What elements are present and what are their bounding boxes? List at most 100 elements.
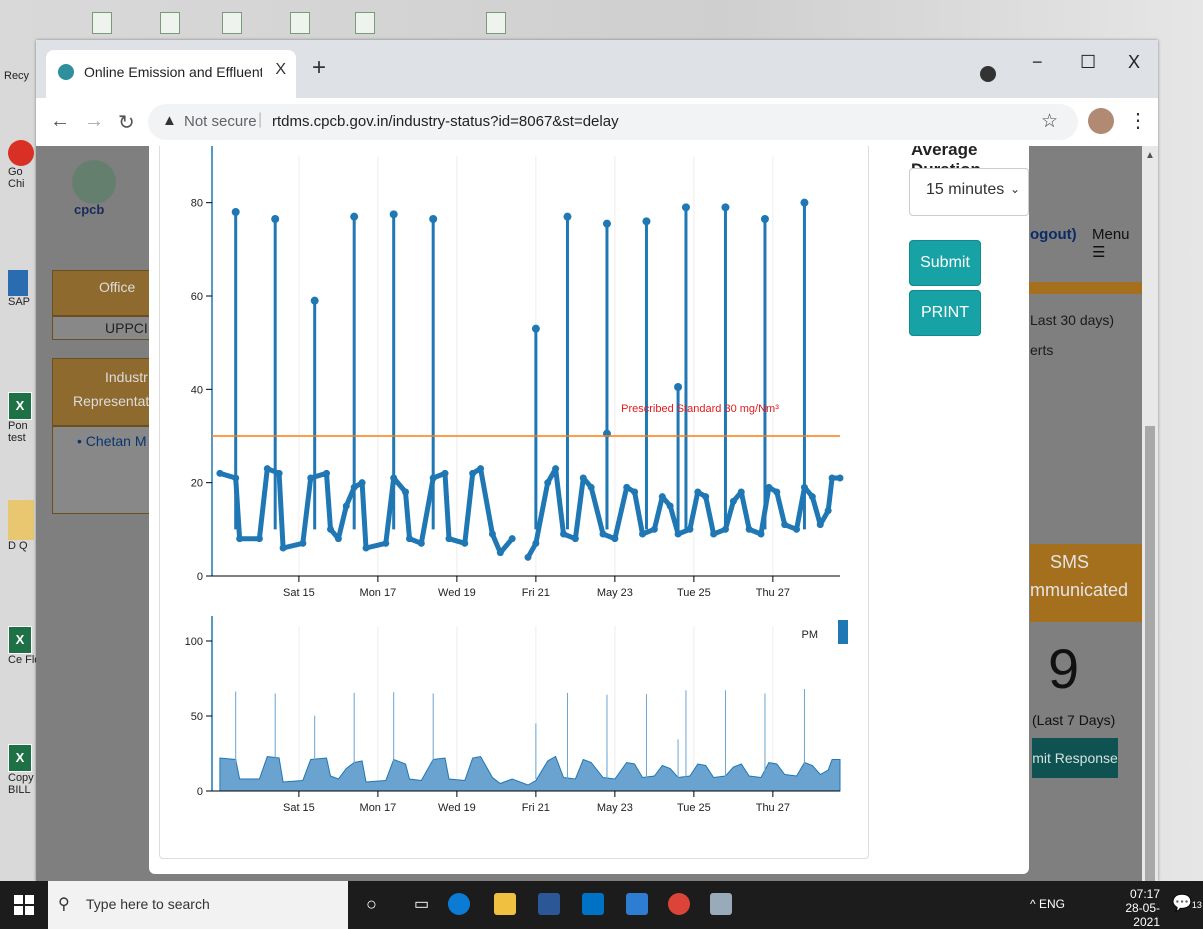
desktop-file-icon[interactable]: [290, 12, 310, 34]
maximize-button[interactable]: ☐: [1080, 52, 1096, 73]
print-button[interactable]: PRINT: [909, 290, 981, 336]
folder-icon: [8, 500, 34, 540]
desktop-icon-label: D Q: [8, 540, 28, 552]
excel-icon: X: [8, 392, 32, 420]
duration-select-value: 15 minutes: [926, 181, 1005, 198]
x-tick-label: Fri 21: [522, 587, 550, 599]
extension-icon[interactable]: [980, 66, 996, 82]
submit-response-button[interactable]: mit Response: [1032, 738, 1118, 778]
cortana-icon[interactable]: ○: [366, 894, 377, 915]
data-point: [579, 474, 587, 482]
file-explorer-icon[interactable]: [494, 893, 516, 915]
word-icon[interactable]: [538, 893, 560, 915]
data-point: [781, 521, 789, 529]
spike-point: [800, 198, 809, 207]
sms-count: 9: [1048, 637, 1080, 700]
y-tick-label: 60: [191, 291, 203, 303]
app-icon[interactable]: [710, 893, 732, 915]
pm-area: [219, 755, 841, 792]
spike-point: [271, 215, 280, 223]
contact-link[interactable]: • Chetan M: [77, 433, 147, 449]
data-point: [524, 553, 532, 561]
data-point: [279, 544, 287, 552]
edge-icon[interactable]: [448, 893, 470, 915]
windows-start-icon[interactable]: [14, 895, 34, 915]
desktop-icon-label: Go Chi: [8, 166, 25, 190]
mail-icon[interactable]: [626, 893, 648, 915]
data-point: [445, 535, 453, 543]
duration-select[interactable]: 15 minutes ⌄: [909, 168, 1029, 216]
x-tick-label: Thu 27: [756, 802, 790, 814]
data-point: [402, 488, 410, 496]
x-tick-label: Tue 25: [677, 587, 711, 599]
back-arrow-icon[interactable]: ←: [50, 110, 70, 133]
y-tick-label: 50: [191, 711, 203, 723]
minimize-button[interactable]: −: [1032, 52, 1043, 73]
spike-point: [760, 215, 769, 223]
spike-point: [531, 324, 540, 333]
task-view-icon[interactable]: ▭: [414, 894, 429, 914]
reload-icon[interactable]: ↻: [118, 110, 135, 135]
desktop-icon-label: Copy BILL: [8, 772, 34, 796]
clock-time: 07:17: [1129, 887, 1160, 901]
tab-close-icon[interactable]: X: [275, 61, 286, 79]
data-point: [255, 535, 263, 543]
data-point: [702, 493, 710, 501]
desktop-file-icon[interactable]: [355, 12, 375, 34]
web-page: cpcb Office UPPCI Industr Representat • …: [36, 146, 1142, 881]
data-point: [552, 465, 560, 473]
taskbar-clock[interactable]: 07:17 28-05-2021: [1108, 887, 1160, 929]
office-label: Office: [99, 279, 136, 295]
data-point: [469, 469, 477, 477]
sms-box: SMS mmunicated: [1030, 544, 1142, 622]
excel-icon: X: [8, 626, 32, 654]
data-point: [461, 539, 469, 547]
data-point: [729, 497, 737, 505]
taskbar-search-box[interactable]: ⚲ Type here to search: [48, 881, 348, 929]
desktop-icon-recycle-bin[interactable]: Recy: [4, 70, 38, 82]
notification-count: 13: [1191, 900, 1202, 910]
desktop-icon-label: Recy: [4, 70, 30, 82]
chrome-taskbar-icon[interactable]: [668, 893, 690, 915]
submit-button[interactable]: Submit: [909, 240, 981, 286]
data-point: [334, 535, 342, 543]
close-window-button[interactable]: X: [1128, 52, 1140, 73]
outlook-icon[interactable]: [582, 893, 604, 915]
new-tab-button[interactable]: +: [312, 54, 326, 82]
profile-avatar[interactable]: [1088, 108, 1114, 134]
desktop-file-icon[interactable]: [92, 12, 112, 34]
url-text[interactable]: rtdms.cpcb.gov.in/industry-status?id=806…: [272, 113, 619, 130]
desktop-file-icon[interactable]: [486, 12, 506, 34]
address-bar[interactable]: ▲ Not secure | rtdms.cpcb.gov.in/industr…: [148, 104, 1078, 140]
x-tick-label: Fri 21: [522, 802, 550, 814]
data-point: [299, 539, 307, 547]
page-scrollbar[interactable]: ▲: [1142, 146, 1158, 881]
menu-button[interactable]: Menu ☰: [1092, 226, 1142, 261]
data-point: [824, 507, 832, 515]
desktop-file-icon[interactable]: [160, 12, 180, 34]
menu-kebab-icon[interactable]: ⋮: [1128, 108, 1148, 133]
browser-toolbar: ← → ↻ ▲ Not secure | rtdms.cpcb.gov.in/i…: [36, 98, 1158, 146]
forward-arrow-icon[interactable]: →: [84, 110, 104, 133]
scroll-up-icon[interactable]: ▲: [1145, 150, 1155, 161]
data-point: [745, 525, 753, 533]
browser-tab[interactable]: Online Emission and Effluent Mo X: [46, 50, 296, 98]
office-value: UPPCI: [105, 320, 148, 336]
data-point: [674, 530, 682, 538]
excel-icon: X: [8, 744, 32, 772]
spike-point: [389, 210, 398, 219]
header-accent-bar: [1026, 282, 1142, 294]
logout-link[interactable]: ogout): [1030, 226, 1077, 243]
spike-point: [563, 212, 572, 221]
system-tray[interactable]: ^ ENG: [1030, 897, 1065, 911]
data-point: [417, 539, 425, 547]
security-label[interactable]: Not secure: [184, 113, 257, 130]
sms-title: SMS: [1050, 552, 1090, 572]
desktop-file-icon[interactable]: [222, 12, 242, 34]
spike-point: [721, 203, 730, 212]
y-tick-label: 80: [191, 198, 203, 210]
data-point: [587, 483, 595, 491]
bookmark-star-icon[interactable]: ☆: [1041, 110, 1058, 133]
scrollbar-thumb[interactable]: [1145, 426, 1155, 881]
notification-icon[interactable]: 💬13: [1172, 893, 1202, 913]
